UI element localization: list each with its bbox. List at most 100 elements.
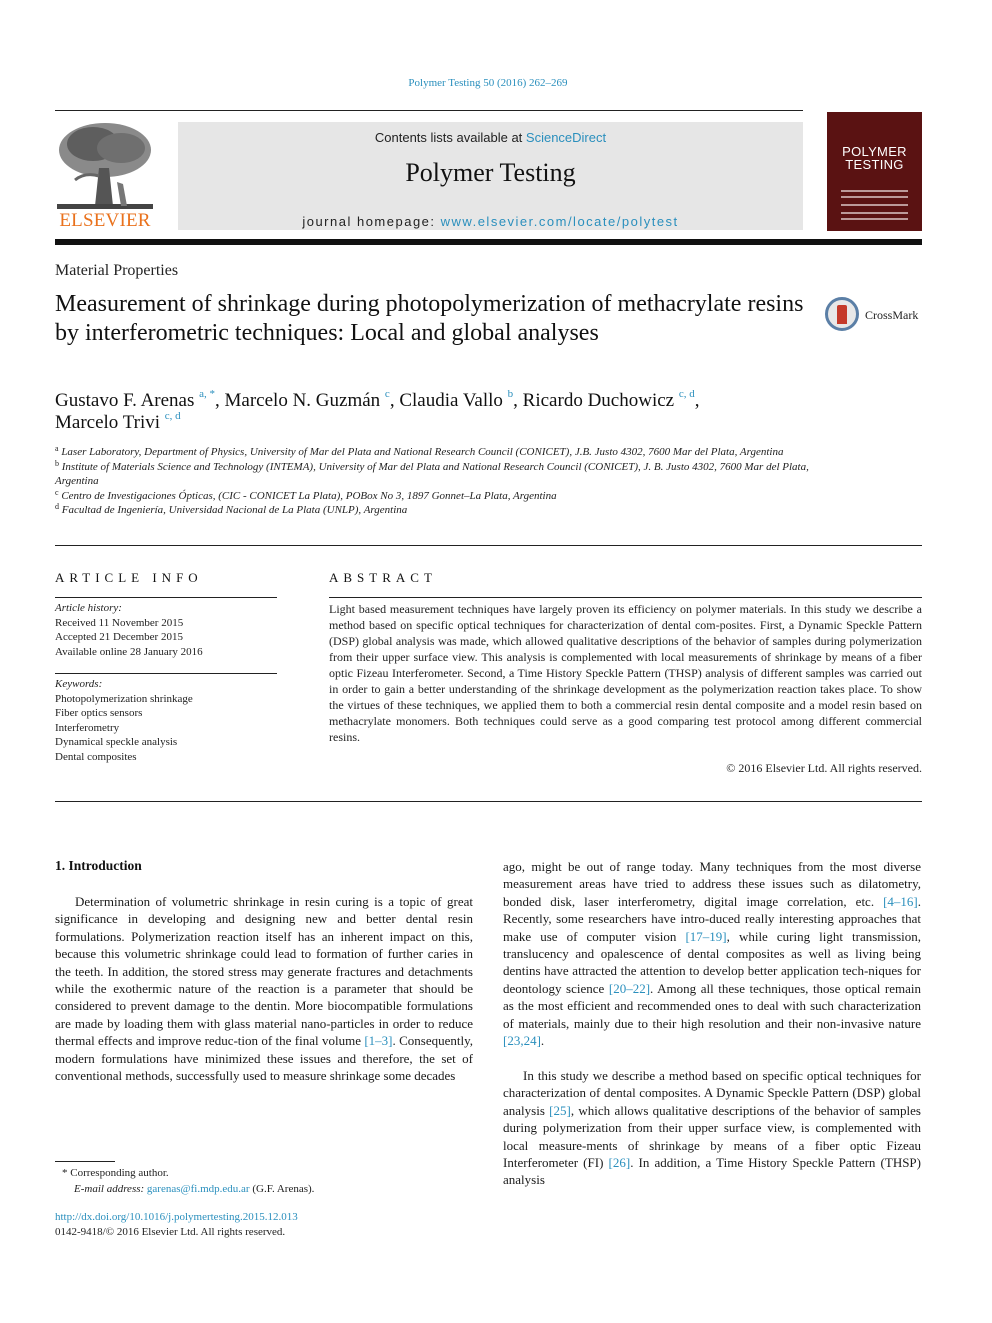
affiliation-key: c [55,487,59,497]
affiliation-list: a Laser Laboratory, Department of Physic… [55,445,815,518]
elsevier-logo[interactable]: ELSEVIER [55,120,155,232]
affiliation-text: Centro de Investigaciones Ópticas, (CIC … [61,489,557,502]
author[interactable]: Marcelo Trivi c, d [55,410,181,434]
author-separator: , [389,390,400,411]
affiliation: b Institute of Materials Science and Tec… [55,459,815,489]
author-affiliation-ref[interactable]: a, * [199,388,215,400]
cover-text-line [841,204,908,206]
issn-copyright: 0142-9418/© 2016 Elsevier Ltd. All right… [55,1226,286,1238]
keyword: Fiber optics sensors [55,707,143,719]
header-rule [55,110,803,111]
body-paragraph: Determination of volumetric shrinkage in… [55,893,473,1084]
author-name: Ricardo Duchowicz [522,390,675,411]
keyword: Dynamical speckle analysis [55,736,178,748]
citation-link[interactable]: [23,24] [503,1033,541,1048]
elsevier-wordmark: ELSEVIER [59,210,151,231]
affiliation: d Facultad de Ingeniería, Universidad Na… [55,503,815,518]
affiliation: a Laser Laboratory, Department of Physic… [55,445,815,460]
author-separator: , [694,390,700,411]
journal-cover-thumbnail[interactable]: POLYMER TESTING [827,112,922,231]
cover-title-line: TESTING [845,157,904,172]
divider [55,597,277,598]
divider [329,597,922,598]
affiliation-text: Facultad de Ingeniería, Universidad Naci… [61,504,408,516]
header-thick-rule [55,239,922,245]
author-name: Gustavo F. Arenas [55,390,195,411]
citation-link[interactable]: [4–16] [883,894,918,909]
crossmark-icon [825,297,859,331]
doi-block: http://dx.doi.org/10.1016/j.polymertesti… [55,1210,298,1240]
corresponding-author-footnote: * Corresponding author. E-mail address: … [62,1165,314,1197]
article-history-label: Article history: [55,602,122,614]
footnote-rule [55,1161,115,1162]
crossmark-button[interactable]: CrossMark [825,295,925,335]
divider [55,673,277,674]
keyword: Dental composites [55,750,137,763]
elsevier-tree-icon [57,123,153,209]
author-separator: , [215,390,225,411]
contents-line: Contents lists available at ScienceDirec… [178,130,803,145]
email-line: E-mail address: garenas@fi.mdp.edu.ar (G… [62,1181,314,1197]
citation-link[interactable]: [1–3] [364,1033,392,1048]
author-affiliation-ref[interactable]: c, d [165,410,181,422]
affiliation-text: Institute of Materials Science and Techn… [55,460,809,488]
history-accepted: Accepted 21 December 2015 [55,631,183,643]
homepage-prefix: journal homepage: [302,214,441,229]
abstract-copyright: © 2016 Elsevier Ltd. All rights reserved… [726,761,922,775]
divider [55,801,922,802]
author-affiliation-ref[interactable]: c, d [679,388,695,400]
history-received: Received 11 November 2015 [55,616,184,629]
journal-name: Polymer Testing [405,158,576,187]
divider [55,545,922,546]
affiliation-key: d [55,502,59,511]
section-heading-introduction: 1. Introduction [55,858,142,873]
body-text: Determination of volumetric shrinkage in… [55,894,473,1049]
author[interactable]: Gustavo F. Arenas a, * [55,388,215,412]
author[interactable]: Ricardo Duchowicz c, d [522,388,695,412]
article-title: Measurement of shrinkage during photopol… [55,291,804,346]
keywords-label: Keywords: [55,678,103,690]
contents-prefix: Contents lists available at [374,130,526,145]
body-paragraph: ago, might be out of range today. Many t… [503,858,921,1049]
citation-link[interactable]: [20–22] [609,981,650,996]
author-list: Gustavo F. Arenas a, *, Marcelo N. Guzmá… [55,388,815,434]
body-text: ago, might be out of range today. Many t… [503,859,921,909]
journal-citation[interactable]: Polymer Testing 50 (2016) 262–269 [0,77,976,89]
email-owner: (G.F. Arenas). [249,1183,315,1195]
author[interactable]: Claudia Vallo b [399,389,513,412]
citation-link[interactable]: [26] [609,1155,631,1170]
homepage-line: journal homepage: www.elsevier.com/locat… [178,214,803,229]
corresponding-author-note: * Corresponding author. [62,1167,169,1179]
citation-link[interactable]: [17–19] [685,929,726,944]
crossmark-ribbon-icon [837,305,847,324]
journal-banner: Contents lists available at ScienceDirec… [178,122,803,230]
sciencedirect-link[interactable]: ScienceDirect [526,130,606,145]
section-label: Material Properties [55,262,179,279]
journal-homepage-link[interactable]: www.elsevier.com/locate/polytest [441,214,679,229]
cover-text-line [841,212,908,214]
body-text: . [540,1033,545,1049]
cover-text-line [841,190,908,192]
affiliation-text: Laser Laboratory, Department of Physics,… [61,446,784,458]
doi-link[interactable]: http://dx.doi.org/10.1016/j.polymertesti… [55,1211,298,1223]
article-history: Article history: Received 11 November 20… [55,601,203,659]
keywords: Keywords: Photopolymerization shrinkage … [55,677,193,764]
author-email-link[interactable]: garenas@fi.mdp.edu.ar [147,1183,250,1195]
history-online: Available online 28 January 2016 [55,645,203,658]
abstract-text: Light based measurement techniques have … [329,602,922,744]
crossmark-label: CrossMark [865,308,919,322]
author-name: Marcelo Trivi [55,412,161,433]
keyword: Interferometry [55,721,120,734]
affiliation: c Centro de Investigaciones Ópticas, (CI… [55,487,815,504]
article-info-heading: ARTICLE INFO [55,570,203,585]
cover-title: POLYMER TESTING [827,145,922,171]
cover-text-line [841,196,908,198]
citation-link[interactable]: [25] [549,1103,571,1118]
body-paragraph: In this study we describe a method based… [503,1067,921,1189]
abstract-heading: ABSTRACT [329,570,437,585]
author-name: Marcelo N. Guzmán [224,390,381,411]
author-name: Claudia Vallo [399,390,503,411]
author[interactable]: Marcelo N. Guzmán c [224,389,390,412]
email-label: E-mail address: [74,1183,147,1195]
affiliation-key: a [55,444,59,453]
